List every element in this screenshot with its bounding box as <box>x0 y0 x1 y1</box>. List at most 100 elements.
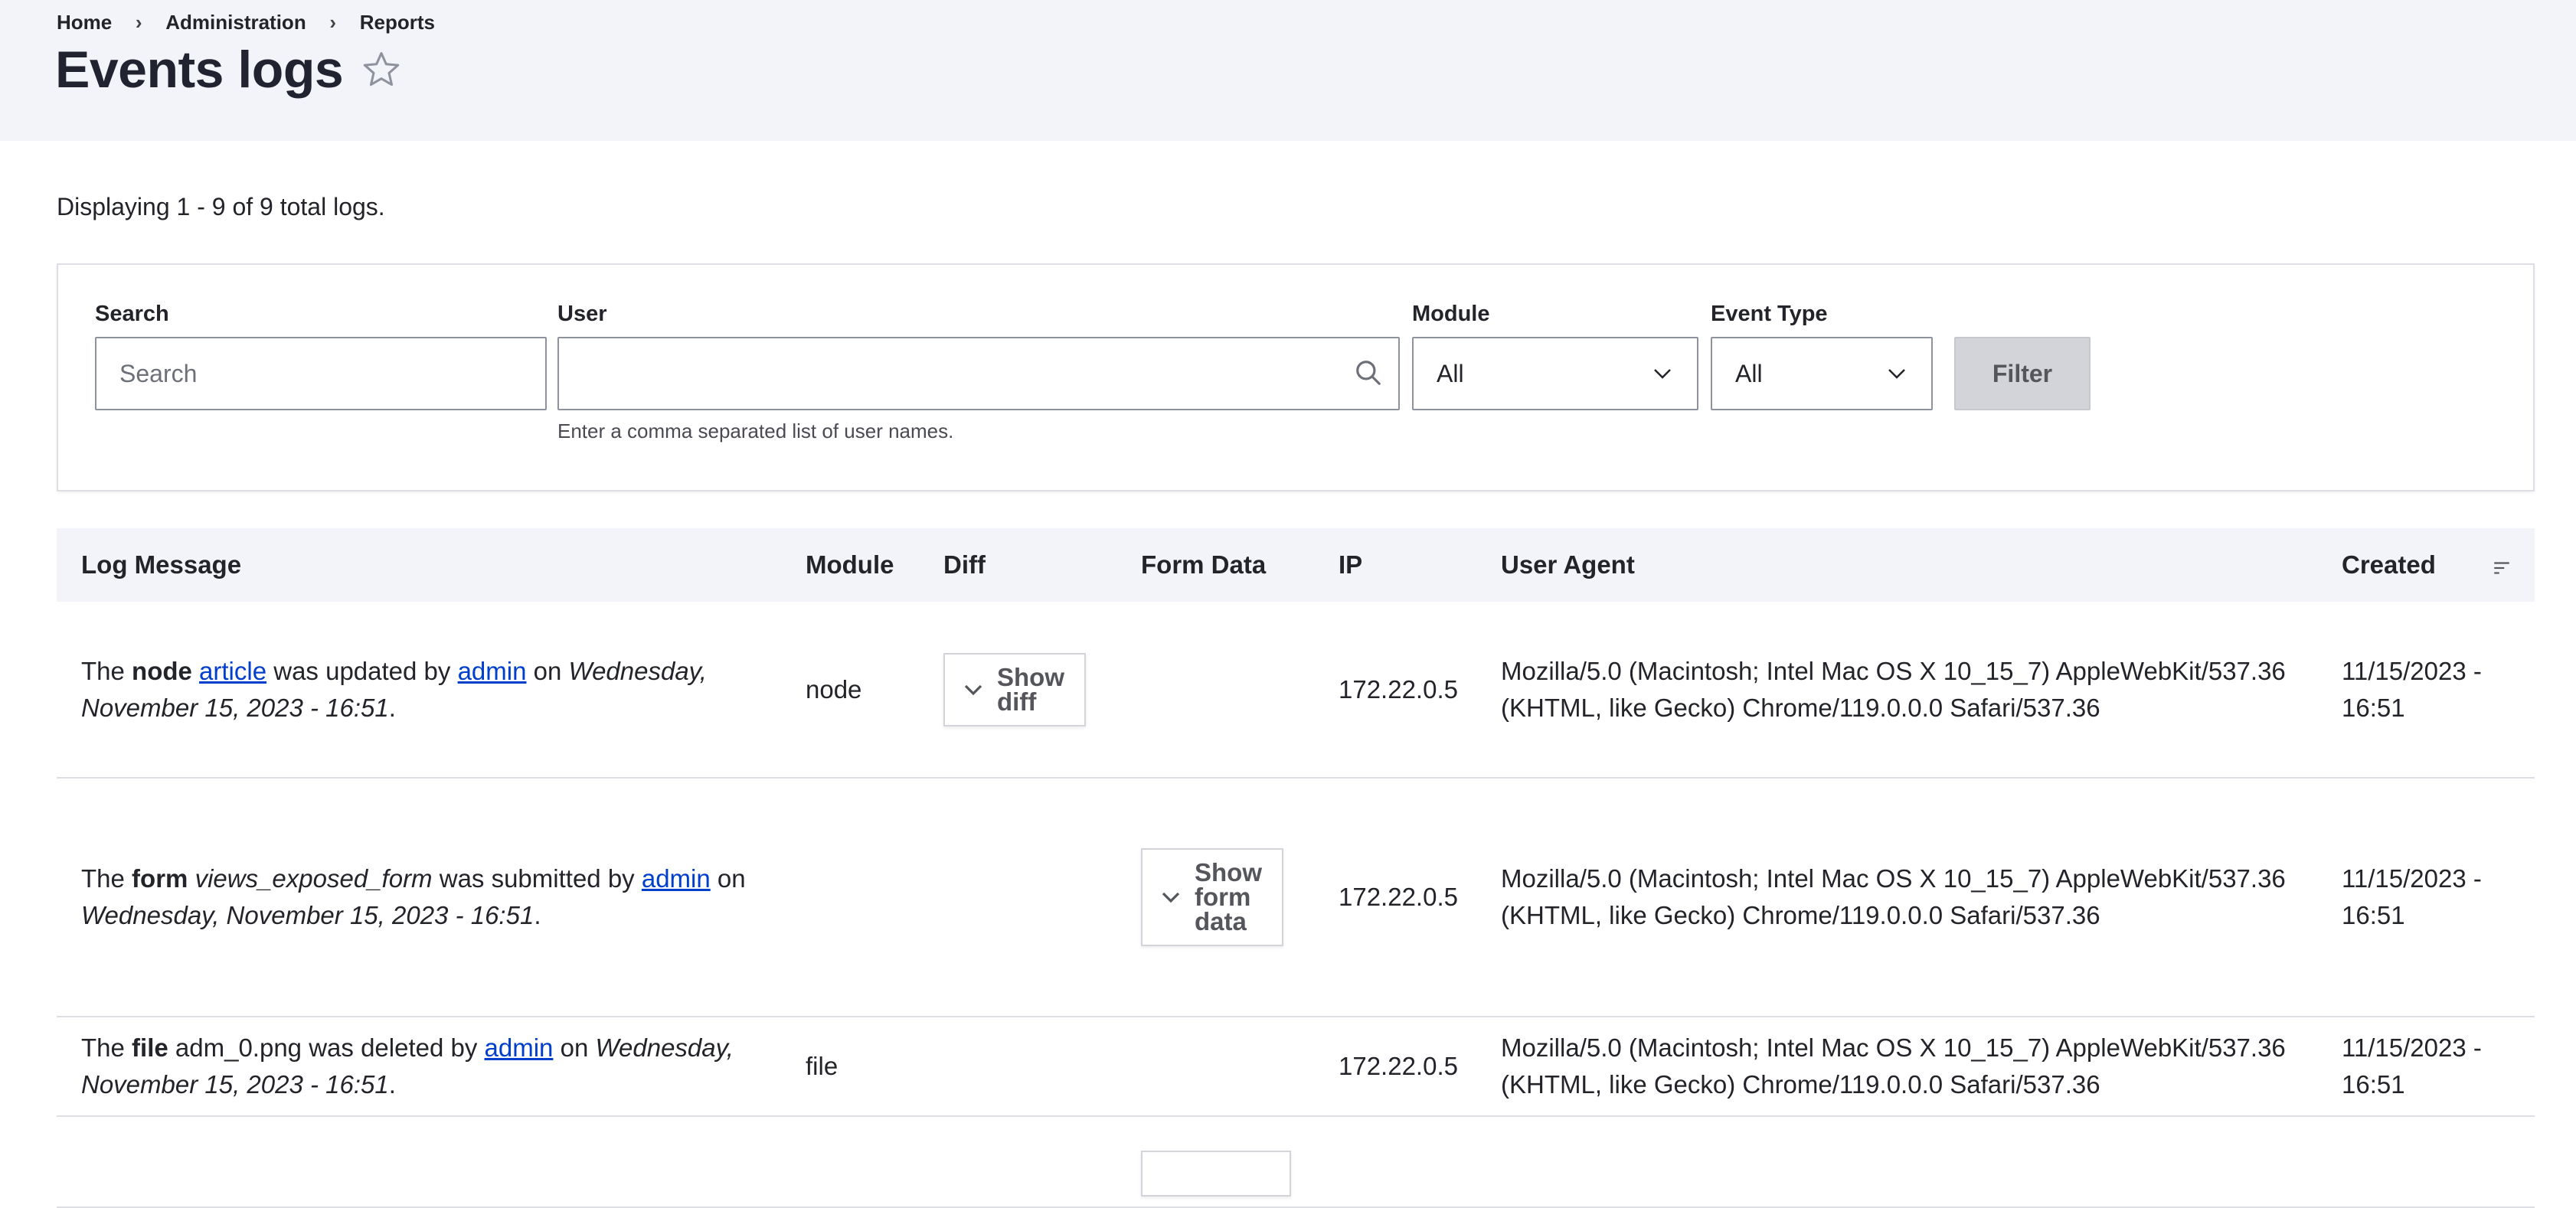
message-subject: adm_0.png <box>175 1033 302 1062</box>
column-header-diff: Diff <box>919 528 1116 602</box>
message-prefix: The <box>81 656 132 685</box>
module-select-value: All <box>1437 359 1464 387</box>
module-cell: file <box>781 1017 919 1117</box>
column-header-module: Module <box>781 528 919 602</box>
show-form-data-label: Show form data <box>1195 858 1262 935</box>
user-agent-cell <box>1476 1116 2317 1208</box>
user-help-text: Enter a comma separated list of user nam… <box>557 420 954 442</box>
show-diff-button[interactable]: Show diff <box>943 652 1086 726</box>
breadcrumb-administration-link[interactable]: Administration <box>165 11 306 34</box>
log-message-cell <box>57 1116 781 1208</box>
form-data-cell <box>1116 1116 1314 1208</box>
user-input[interactable] <box>557 337 1400 410</box>
message-action: was updated by <box>266 656 458 685</box>
chevron-down-icon <box>1654 369 1671 379</box>
breadcrumb-separator-icon: › <box>329 11 337 34</box>
ip-cell: 172.22.0.5 <box>1314 1017 1476 1117</box>
page-header: Home › Administration › Reports Events l… <box>0 0 2576 141</box>
show-diff-label: Show diff <box>997 662 1064 716</box>
breadcrumb-home-link[interactable]: Home <box>57 11 112 34</box>
message-action: was submitted by <box>432 864 642 893</box>
user-label: User <box>557 302 607 326</box>
column-header-ip: IP <box>1314 528 1476 602</box>
message-on: on <box>526 656 569 685</box>
message-end: . <box>388 693 396 722</box>
page-title-row: Events logs <box>55 40 403 100</box>
search-icon <box>1354 358 1383 387</box>
table-header-row: Log Message Module Diff Form Data IP Use… <box>57 528 2535 602</box>
filter-form: Search User Enter a comma separated list… <box>57 263 2535 491</box>
column-header-created[interactable]: Created <box>2317 528 2535 602</box>
message-end: . <box>388 1070 396 1099</box>
event-type-label: Event Type <box>1711 302 1828 326</box>
created-cell: 11/15/2023 - 16:51 <box>2317 1017 2535 1117</box>
message-user-link[interactable]: admin <box>458 657 527 685</box>
chevron-down-icon <box>964 684 982 695</box>
ip-cell: 172.22.0.5 <box>1314 602 1476 779</box>
created-cell <box>2317 1116 2535 1208</box>
breadcrumb-separator-icon: › <box>135 11 142 34</box>
created-cell: 11/15/2023 - 16:51 <box>2317 778 2535 1017</box>
message-user-link[interactable]: admin <box>485 1033 554 1062</box>
column-header-form-data: Form Data <box>1116 528 1314 602</box>
log-table: Log Message Module Diff Form Data IP Use… <box>57 528 2535 1208</box>
ip-cell <box>1314 1116 1476 1208</box>
message-on: on <box>553 1033 596 1062</box>
column-header-log-message: Log Message <box>57 528 781 602</box>
sort-icon[interactable] <box>2492 555 2512 575</box>
breadcrumb: Home › Administration › Reports <box>57 11 435 34</box>
event-type-select-value: All <box>1735 359 1763 387</box>
diff-cell: Show diff <box>919 602 1116 779</box>
show-form-data-button[interactable]: Show form data <box>1141 848 1283 946</box>
user-agent-cell: Mozilla/5.0 (Macintosh; Intel Mac OS X 1… <box>1476 1017 2317 1117</box>
breadcrumb-reports-link[interactable]: Reports <box>360 11 435 34</box>
table-row: The file adm_0.png was deleted by admin … <box>57 1017 2535 1117</box>
diff-cell <box>919 778 1116 1017</box>
search-label: Search <box>95 302 169 326</box>
form-data-cell <box>1116 1017 1314 1117</box>
message-end: . <box>534 901 541 929</box>
message-entity-type: form <box>132 864 188 893</box>
log-message-cell: The form views_exposed_form was submitte… <box>57 778 781 1017</box>
user-agent-cell: Mozilla/5.0 (Macintosh; Intel Mac OS X 1… <box>1476 778 2317 1017</box>
message-on: on <box>710 864 746 893</box>
module-select[interactable]: All <box>1412 337 1698 410</box>
message-user-link[interactable]: admin <box>642 864 711 893</box>
user-autocomplete <box>557 337 1400 410</box>
diff-cell <box>919 1116 1116 1208</box>
message-date: Wednesday, November 15, 2023 - 16:51 <box>81 901 534 929</box>
table-row <box>57 1116 2535 1208</box>
user-agent-cell: Mozilla/5.0 (Macintosh; Intel Mac OS X 1… <box>1476 602 2317 779</box>
message-subject: views_exposed_form <box>195 864 433 893</box>
star-outline-icon[interactable] <box>360 48 403 91</box>
diff-cell <box>919 1017 1116 1117</box>
filter-button[interactable]: Filter <box>1954 337 2091 410</box>
chevron-down-icon <box>1888 369 1905 379</box>
ip-cell: 172.22.0.5 <box>1314 778 1476 1017</box>
log-message-cell: The node article was updated by admin on… <box>57 602 781 779</box>
created-cell: 11/15/2023 - 16:51 <box>2317 602 2535 779</box>
chevron-down-icon <box>1162 892 1180 903</box>
form-data-cell: Show form data <box>1116 778 1314 1017</box>
search-input[interactable] <box>95 337 547 410</box>
results-summary: Displaying 1 - 9 of 9 total logs. <box>57 193 385 220</box>
message-prefix: The <box>81 1033 132 1062</box>
module-label: Module <box>1412 302 1490 326</box>
table-row: The node article was updated by admin on… <box>57 602 2535 779</box>
module-cell <box>781 1116 919 1208</box>
message-prefix: The <box>81 864 132 893</box>
message-action: was deleted by <box>302 1033 485 1062</box>
column-header-user-agent: User Agent <box>1476 528 2317 602</box>
message-entity-type: node <box>132 656 192 685</box>
table-row: The form views_exposed_form was submitte… <box>57 778 2535 1017</box>
message-entity-type: file <box>132 1033 168 1062</box>
module-cell <box>781 778 919 1017</box>
form-data-cell <box>1116 602 1314 779</box>
message-subject-link[interactable]: article <box>199 657 266 685</box>
show-form-data-button[interactable] <box>1141 1151 1291 1197</box>
log-message-cell: The file adm_0.png was deleted by admin … <box>57 1017 781 1117</box>
event-type-select[interactable]: All <box>1711 337 1933 410</box>
module-cell: node <box>781 602 919 779</box>
created-header-label: Created <box>2342 550 2436 579</box>
page-title: Events logs <box>55 41 344 99</box>
